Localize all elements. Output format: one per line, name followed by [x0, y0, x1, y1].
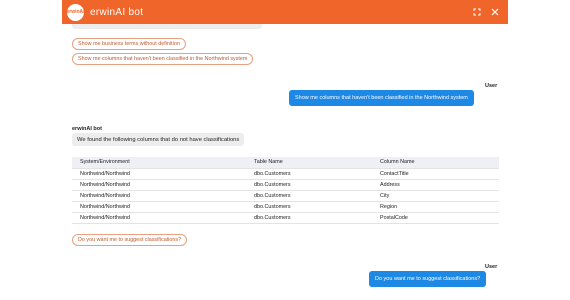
bot-message-bubble: We found the following columns that do n…	[72, 133, 245, 146]
suggestion-chip-unclassified-columns[interactable]: Show me columns that haven't been classi…	[72, 53, 254, 65]
table-cell: Northwind/Northwind	[72, 200, 246, 212]
erwin-logo: erwinAI	[66, 3, 85, 21]
table-cell: Northwind/Northwind	[72, 211, 246, 224]
table-row: Northwind/Northwind dbo.Customers Postal…	[72, 211, 499, 224]
table-row: Northwind/Northwind dbo.Customers City	[72, 189, 499, 201]
table-cell: dbo.Customers	[246, 211, 372, 224]
table-cell: dbo.Customers	[246, 200, 372, 212]
table-cell: dbo.Customers	[246, 189, 372, 201]
column-header: Column Name	[372, 157, 499, 168]
table-row: Northwind/Northwind dbo.Customers Contac…	[72, 167, 499, 179]
table-cell: Northwind/Northwind	[72, 178, 246, 190]
table-cell: dbo.Customers	[246, 167, 372, 179]
suggestion-chip-business-terms[interactable]: Show me business terms without definitio…	[72, 38, 186, 50]
table-cell: Northwind/Northwind	[72, 167, 246, 179]
previous-message-edge	[72, 24, 262, 29]
user-message-bubble: Show me columns that haven't been classi…	[289, 90, 474, 106]
column-header: Table Name	[246, 157, 372, 168]
chat-area[interactable]: Show me business terms without definitio…	[62, 24, 508, 300]
table-cell: City	[372, 189, 499, 201]
table-cell: Address	[372, 178, 499, 190]
table-cell: Northwind/Northwind	[72, 189, 246, 201]
table-row: Northwind/Northwind dbo.Customers Region	[72, 200, 499, 212]
table-header-row: System/Environment Table Name Column Nam…	[72, 157, 499, 168]
expand-icon[interactable]	[472, 8, 481, 17]
user-message-bubble: Do you want me to suggest classification…	[369, 271, 487, 287]
close-icon[interactable]	[490, 8, 499, 17]
user-label: User	[485, 83, 498, 89]
table-cell: Region	[372, 200, 499, 212]
table-cell: dbo.Customers	[246, 178, 372, 190]
user-label: User	[485, 264, 498, 270]
column-header: System/Environment	[72, 157, 246, 168]
window-title: erwinAI bot	[90, 6, 144, 18]
unclassified-columns-table: System/Environment Table Name Column Nam…	[72, 157, 499, 224]
table-cell: ContactTitle	[372, 167, 499, 179]
header-actions	[472, 8, 499, 17]
chat-header: erwinAI erwinAI bot	[62, 0, 508, 24]
table-cell: PostalCode	[372, 211, 499, 224]
suggestion-chip-suggest-classifications[interactable]: Do you want me to suggest classification…	[72, 234, 188, 246]
table-row: Northwind/Northwind dbo.Customers Addres…	[72, 178, 499, 190]
bot-label: erwinAI bot	[72, 126, 102, 132]
